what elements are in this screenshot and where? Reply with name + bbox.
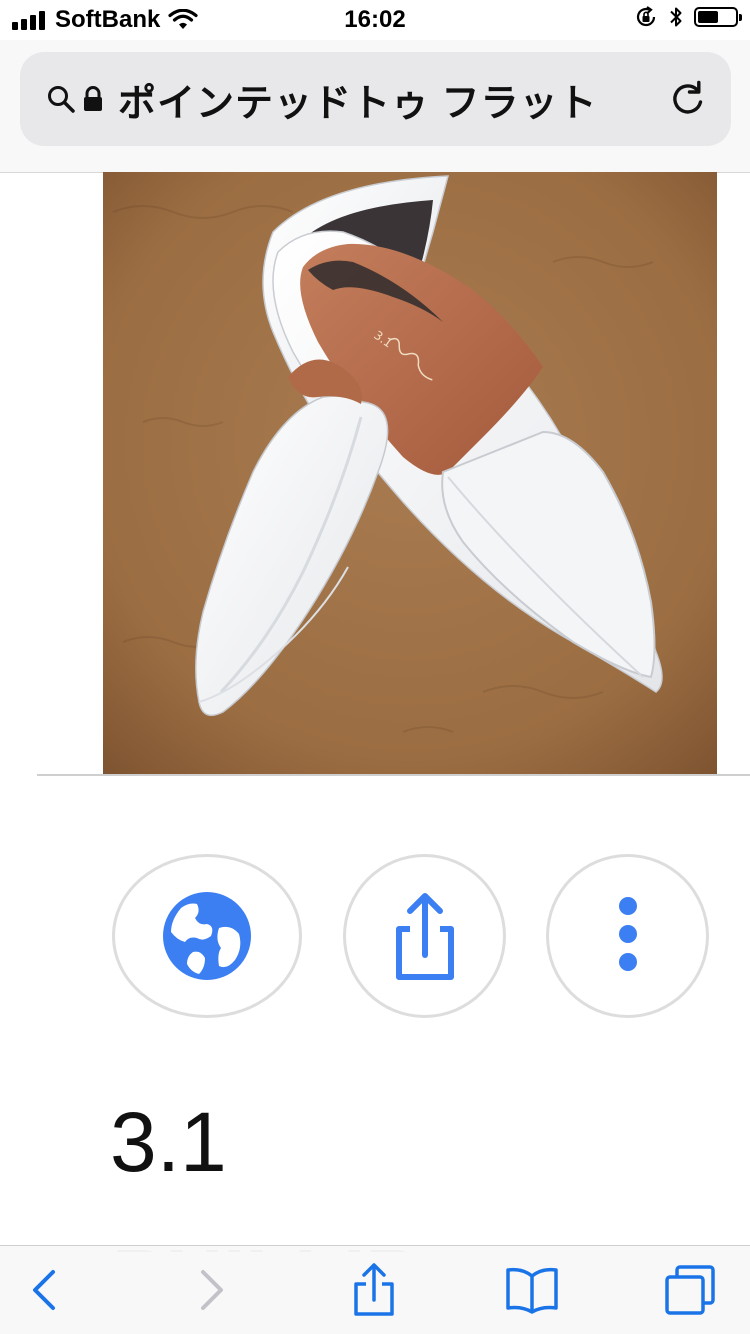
forward-icon [201, 1270, 223, 1310]
bookmarks-icon [506, 1267, 558, 1314]
status-bar: SoftBank 16:02 [0, 0, 750, 40]
bookmarks-button[interactable] [502, 1260, 562, 1320]
share-icon [354, 1263, 394, 1316]
more-options-button[interactable] [546, 854, 709, 1018]
result-title: 3.1 [110, 1095, 227, 1189]
status-right [634, 5, 742, 29]
tabs-button[interactable] [660, 1260, 720, 1320]
shoe-illustration: 3.1 [103, 172, 717, 774]
reload-icon[interactable] [669, 80, 707, 118]
share-icon [395, 893, 454, 980]
image-divider [37, 774, 750, 776]
back-button[interactable] [14, 1260, 74, 1320]
bottom-toolbar [0, 1245, 750, 1334]
forward-button[interactable] [182, 1260, 242, 1320]
page-title: ポインテッドトゥ フラット [118, 82, 598, 125]
globe-icon [163, 892, 251, 980]
address-content: ポインテッドトゥ フラット [46, 52, 598, 146]
address-bar[interactable]: ポインテッドトゥ フラット [20, 52, 731, 146]
tabs-icon [665, 1265, 715, 1315]
open-website-button[interactable] [112, 854, 302, 1018]
product-image[interactable]: 3.1 [103, 172, 717, 774]
address-area: ポインテッドトゥ フラット [0, 40, 750, 172]
bluetooth-icon [670, 7, 682, 27]
lock-icon [84, 86, 102, 111]
toolbar-share-button[interactable] [344, 1260, 404, 1320]
orientation-lock-icon [636, 6, 656, 27]
back-icon [33, 1270, 55, 1310]
share-button[interactable] [343, 854, 506, 1018]
battery-icon [694, 7, 742, 27]
battery-level [698, 11, 718, 23]
more-vertical-icon [618, 897, 637, 971]
search-icon [48, 86, 75, 113]
browser-page: SoftBank 16:02 ポインテッドトゥ フラット 3.1 3.1 [0, 0, 750, 1334]
